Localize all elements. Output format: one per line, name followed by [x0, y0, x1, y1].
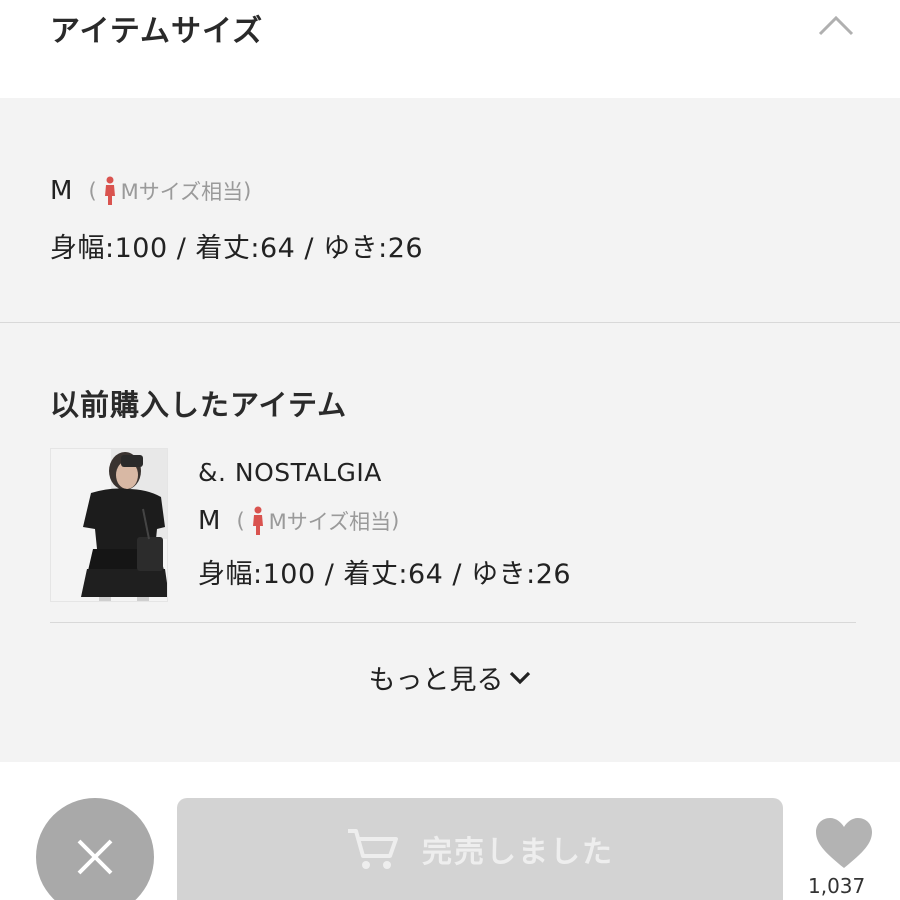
person-icon	[104, 176, 115, 205]
sold-out-button[interactable]: 完売しました	[177, 798, 783, 900]
divider	[0, 322, 900, 323]
cart-icon	[348, 829, 398, 869]
previous-item-measurements: 身幅:100 / 着丈:64 / ゆき:26	[198, 559, 572, 590]
size-header: アイテムサイズ	[0, 0, 900, 98]
divider	[50, 622, 856, 623]
heart-icon[interactable]	[814, 816, 874, 872]
action-bar: 完売しました 1,037	[0, 762, 900, 900]
product-image	[51, 449, 167, 601]
measurements: 身幅:100 / 着丈:64 / ゆき:26	[50, 233, 424, 264]
size-label: M	[50, 176, 73, 206]
size-equivalent: ( Mサイズ相当 )	[88, 176, 251, 206]
person-icon	[252, 506, 263, 535]
size-equivalent-label: Mサイズ相当	[268, 510, 392, 534]
brand-name[interactable]: &. NOSTALGIA	[198, 458, 382, 487]
chevron-down-icon	[509, 671, 530, 684]
product-thumbnail[interactable]	[50, 448, 168, 602]
like-count: 1,037	[808, 874, 866, 898]
previous-item-size: M ( Mサイズ相当 )	[198, 506, 399, 536]
see-more-label: もっと見る	[368, 665, 504, 696]
previous-purchases-title: 以前購入したアイテム	[50, 388, 348, 422]
size-label: M	[198, 506, 221, 536]
close-icon	[77, 839, 113, 875]
chevron-up-icon[interactable]	[816, 12, 856, 38]
size-panel: M ( Mサイズ相当 ) 身幅:100 / 着丈:64 / ゆき:26 以前購入…	[0, 98, 900, 762]
size-summary: M ( Mサイズ相当 )	[50, 176, 251, 206]
sold-out-label: 完売しました	[422, 835, 614, 870]
close-button[interactable]	[36, 798, 154, 900]
size-equivalent: ( Mサイズ相当 )	[236, 506, 399, 536]
page-title: アイテムサイズ	[50, 14, 264, 49]
see-more-link[interactable]: もっと見る	[0, 658, 900, 697]
size-equivalent-label: Mサイズ相当	[120, 180, 244, 204]
previous-item[interactable]: &. NOSTALGIA M ( Mサイズ相当 ) 身幅:100 / 着丈:64…	[50, 448, 856, 604]
